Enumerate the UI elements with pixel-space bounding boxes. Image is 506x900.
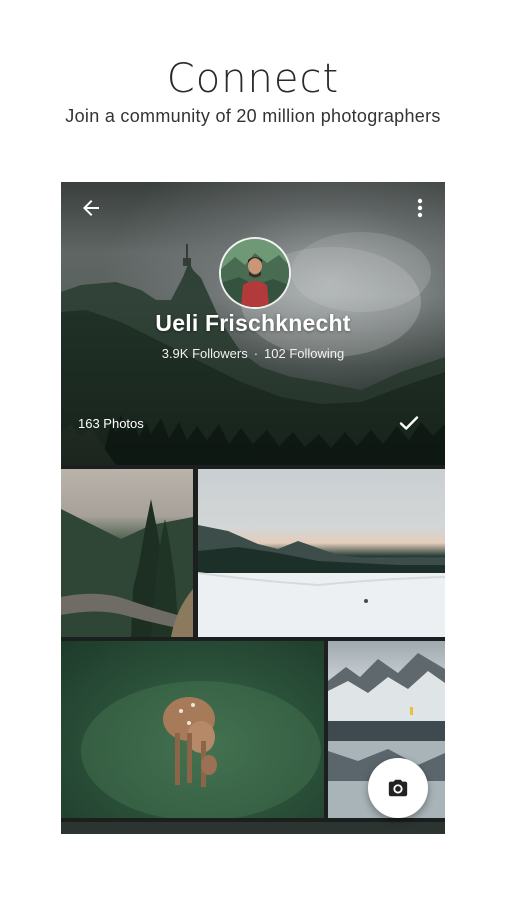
promo-headline: Connect [166,56,340,102]
more-vertical-icon [417,198,423,218]
camera-button[interactable] [368,758,428,818]
photo-deer [81,681,321,818]
profile-cover: Ueli Frischknecht 3.9K Followers · 102 Fol… [61,182,445,465]
camera-icon [388,779,408,797]
photo-tile-deer[interactable] [61,641,324,818]
photos-count: 163 Photos [78,416,144,431]
followers-count[interactable]: 3.9K Followers [162,346,248,361]
more-options-button[interactable] [413,196,427,220]
follow-button[interactable] [399,414,419,432]
photo-snow-field [198,525,445,637]
profile-name: Ueli Frischknecht [155,310,351,336]
avatar-photo [221,239,289,307]
back-button[interactable] [79,196,103,220]
promo-subheadline: Join a community of 20 million photograp… [65,106,441,126]
photo-tile-partial[interactable] [61,822,445,834]
avatar[interactable] [219,237,291,309]
stats-separator: · [253,346,259,361]
photo-forest-road [61,499,193,637]
arrow-left-icon [83,200,99,216]
app-screen: Ueli Frischknecht 3.9K Followers · 102 Fol… [61,182,445,834]
profile-stats: 3.9K Followers · 102 Following [61,346,445,361]
photo-tile-forest-road[interactable] [61,469,193,637]
check-icon [399,416,419,430]
photo-tile-snow-field[interactable] [198,469,445,637]
following-count[interactable]: 102 Following [264,346,344,361]
